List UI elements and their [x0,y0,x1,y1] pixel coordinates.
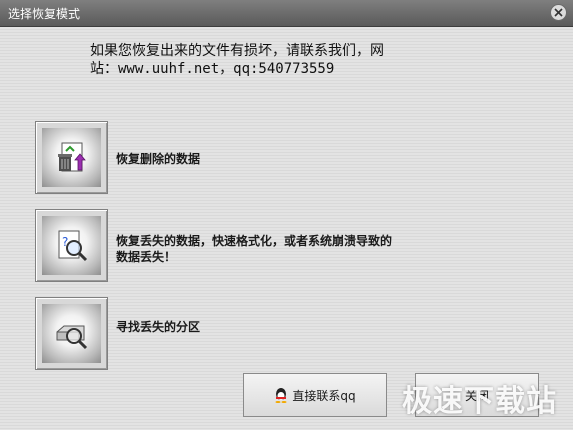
contact-qq-button[interactable]: 直接联系qq [243,373,387,417]
recover-lost-label[interactable]: 恢复丢失的数据，快速格式化，或者系统崩溃导致的 数据丢失！ [116,233,476,265]
recycle-bin-restore-icon [58,142,86,172]
qq-penguin-icon [275,388,287,403]
message-line-2: 站：www.uuhf.net，qq:540773559 [90,61,335,77]
recover-deleted-label[interactable]: 恢复删除的数据 [116,151,476,167]
close-label: 关闭 [464,388,489,403]
recover-lost-label-line-1: 恢复丢失的数据，快速格式化，或者系统崩溃导致的 [116,234,393,248]
contact-qq-label: 直接联系qq [292,388,356,403]
close-window-button[interactable] [550,4,567,21]
close-icon [554,8,563,17]
message-line-1: 如果您恢复出来的文件有损坏，请联系我们，网 [90,43,384,59]
recover-lost-button[interactable]: ? [35,209,108,282]
close-button[interactable]: 关闭 [415,373,539,417]
title-bar: 选择恢复模式 [0,0,573,27]
recover-lost-label-line-2: 数据丢失！ [116,250,177,264]
find-partition-label[interactable]: 寻找丢失的分区 [116,319,476,335]
recover-deleted-button[interactable] [35,121,108,194]
disk-search-icon [56,325,88,350]
search-document-icon: ? [58,230,88,262]
find-partition-button[interactable] [35,297,108,370]
window-title: 选择恢复模式 [8,7,81,21]
contact-message: 如果您恢复出来的文件有损坏，请联系我们，网 站：www.uuhf.net，qq:… [90,42,530,78]
